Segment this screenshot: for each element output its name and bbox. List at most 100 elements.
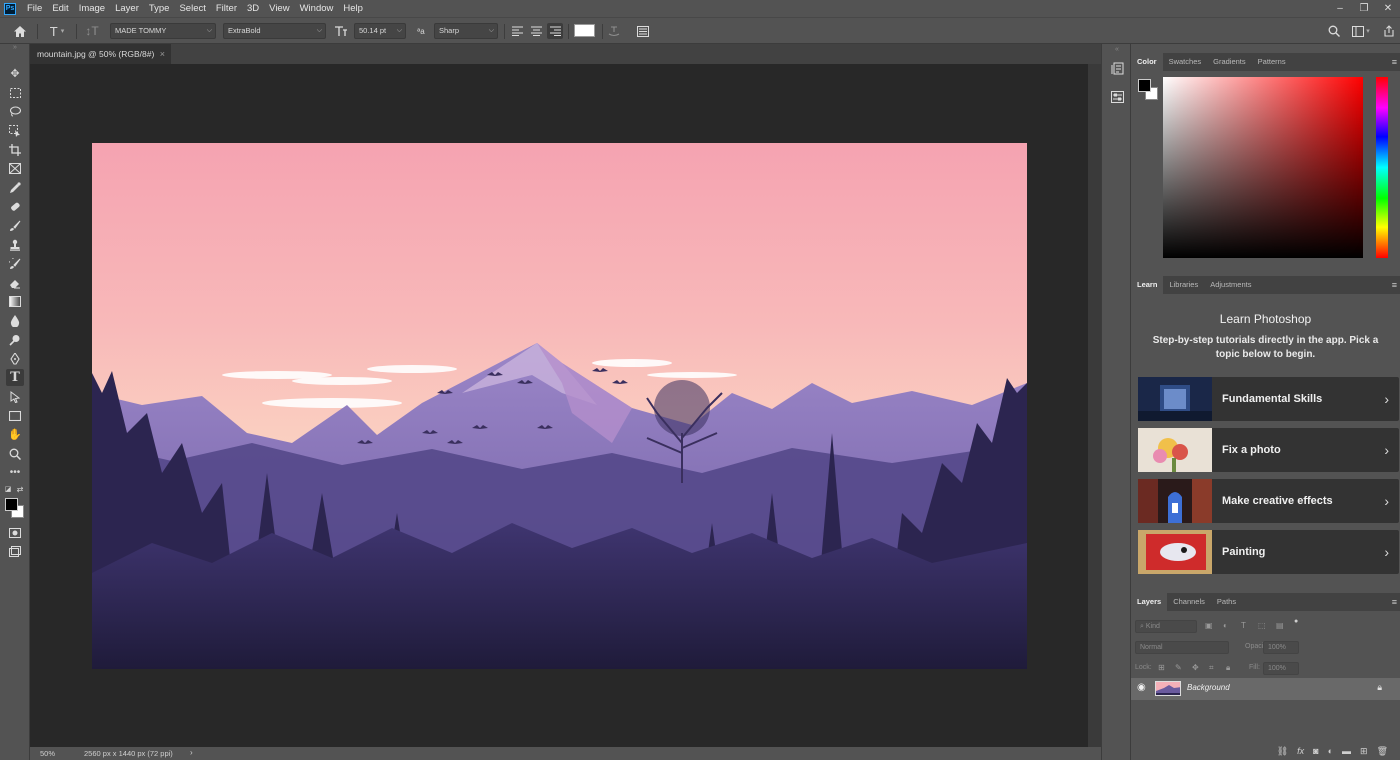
type-tool-preset-icon[interactable]: T ▾: [44, 23, 70, 39]
hue-slider[interactable]: [1376, 77, 1388, 258]
delete-layer-icon[interactable]: 🗑︎: [1377, 746, 1388, 757]
canvas-scrollbar[interactable]: [1088, 64, 1101, 747]
zoom-tool-icon[interactable]: [6, 445, 24, 462]
status-menu-arrow-icon[interactable]: ›: [190, 748, 193, 757]
eraser-tool-icon[interactable]: [6, 274, 24, 291]
new-group-icon[interactable]: ▬: [1342, 746, 1351, 756]
default-colors-icon[interactable]: ◪: [3, 484, 13, 494]
edit-toolbar-icon[interactable]: •••: [6, 464, 24, 481]
tab-libraries[interactable]: Libraries: [1163, 276, 1204, 294]
antialias-select[interactable]: Sharp ⌵: [434, 23, 498, 39]
menu-view[interactable]: View: [264, 0, 294, 17]
home-icon[interactable]: [10, 23, 30, 39]
color-panel-foreground-swatch[interactable]: [1138, 79, 1151, 92]
dodge-tool-icon[interactable]: [6, 331, 24, 348]
warp-text-icon[interactable]: [606, 23, 622, 39]
color-panel-menu-icon[interactable]: ≡: [1392, 53, 1397, 71]
crop-tool-icon[interactable]: [6, 141, 24, 158]
tab-learn[interactable]: Learn: [1131, 276, 1164, 294]
screen-mode-icon[interactable]: [6, 543, 24, 560]
clone-stamp-tool-icon[interactable]: [6, 236, 24, 253]
collapse-toolbar-icon[interactable]: »: [6, 43, 24, 51]
layer-name[interactable]: Background: [1187, 683, 1230, 692]
learn-card-fix-a-photo[interactable]: Fix a photo ›: [1138, 428, 1399, 472]
frame-tool-icon[interactable]: [6, 160, 24, 177]
layer-kind-filter[interactable]: ⌕ Kind: [1135, 620, 1197, 633]
menu-window[interactable]: Window: [295, 0, 339, 17]
menu-edit[interactable]: Edit: [47, 0, 73, 17]
learn-card-make-creative-effects[interactable]: Make creative effects ›: [1138, 479, 1399, 523]
filter-pixel-icon[interactable]: ▣: [1205, 621, 1213, 630]
learn-card-fundamental-skills[interactable]: Fundamental Skills ›: [1138, 377, 1399, 421]
share-icon[interactable]: [1381, 23, 1397, 39]
close-window-button[interactable]: ✕: [1376, 0, 1400, 17]
search-icon[interactable]: [1326, 23, 1342, 39]
pen-tool-icon[interactable]: [6, 350, 24, 367]
tab-layers[interactable]: Layers: [1131, 593, 1168, 611]
history-brush-tool-icon[interactable]: [6, 255, 24, 272]
collapse-dock-icon[interactable]: «: [1109, 45, 1125, 53]
quick-mask-icon[interactable]: [6, 524, 24, 541]
new-adjustment-layer-icon[interactable]: ◐: [1328, 746, 1333, 756]
tab-gradients[interactable]: Gradients: [1207, 53, 1252, 71]
tab-swatches[interactable]: Swatches: [1163, 53, 1208, 71]
menu-image[interactable]: Image: [74, 0, 110, 17]
path-selection-tool-icon[interactable]: [6, 388, 24, 405]
close-document-icon[interactable]: ×: [160, 44, 165, 64]
font-style-select[interactable]: ExtraBold ⌵: [223, 23, 326, 39]
layer-lock-icon[interactable]: 🔒︎: [1377, 682, 1382, 693]
align-center-icon[interactable]: [529, 23, 543, 39]
lock-artboard-icon[interactable]: ⌗: [1209, 663, 1214, 673]
marquee-tool-icon[interactable]: [6, 84, 24, 101]
link-layers-icon[interactable]: ⛓: [1277, 746, 1288, 757]
toggle-text-orientation-icon[interactable]: ↕T: [84, 23, 100, 39]
canvas-area[interactable]: [30, 64, 1088, 747]
text-color-swatch[interactable]: [574, 24, 595, 37]
new-layer-icon[interactable]: ⊞: [1360, 746, 1368, 757]
font-size-field[interactable]: 50.14 pt ⌵: [354, 23, 406, 39]
opacity-field[interactable]: 100%: [1263, 641, 1299, 654]
filter-type-icon[interactable]: T: [1241, 621, 1246, 630]
restore-button[interactable]: ❐: [1352, 0, 1376, 17]
visibility-eye-icon[interactable]: ◉: [1137, 682, 1146, 693]
learn-card-painting[interactable]: Painting ›: [1138, 530, 1399, 574]
history-panel-icon[interactable]: [1109, 60, 1125, 76]
align-right-icon[interactable]: [547, 23, 563, 39]
lock-all-icon[interactable]: 🔒︎: [1226, 663, 1230, 673]
blur-tool-icon[interactable]: [6, 312, 24, 329]
move-tool-icon[interactable]: ✥: [6, 65, 24, 82]
menu-select[interactable]: Select: [174, 0, 210, 17]
document-tab[interactable]: mountain.jpg @ 50% (RGB/8#) ×: [30, 44, 171, 64]
eyedropper-tool-icon[interactable]: [6, 179, 24, 196]
blend-mode-select[interactable]: Normal: [1135, 641, 1229, 654]
swap-colors-icon[interactable]: ⇄: [15, 484, 25, 494]
rectangle-tool-icon[interactable]: [6, 407, 24, 424]
filter-adjustment-icon[interactable]: ◐: [1223, 621, 1228, 630]
filter-shape-icon[interactable]: ⬚: [1258, 621, 1266, 630]
menu-3d[interactable]: 3D: [242, 0, 264, 17]
tab-color[interactable]: Color: [1131, 53, 1163, 71]
tab-patterns[interactable]: Patterns: [1252, 53, 1292, 71]
align-left-icon[interactable]: [510, 23, 524, 39]
type-tool-icon[interactable]: T: [6, 369, 24, 386]
filter-toggle-icon[interactable]: ●: [1294, 618, 1298, 625]
layers-panel-menu-icon[interactable]: ≡: [1392, 593, 1397, 611]
zoom-level[interactable]: 50%: [40, 749, 55, 758]
minimize-button[interactable]: –: [1328, 0, 1352, 17]
workspace-icon[interactable]: ▾: [1348, 23, 1374, 39]
lock-transparent-icon[interactable]: ⊞: [1158, 663, 1165, 672]
tab-adjustments[interactable]: Adjustments: [1204, 276, 1257, 294]
menu-file[interactable]: File: [22, 0, 47, 17]
properties-panel-icon[interactable]: [1109, 89, 1125, 105]
add-mask-icon[interactable]: ◙: [1313, 746, 1318, 756]
color-picker-field[interactable]: [1163, 77, 1363, 258]
lasso-tool-icon[interactable]: [6, 103, 24, 120]
gradient-tool-icon[interactable]: [6, 293, 24, 310]
fill-field[interactable]: 100%: [1263, 662, 1299, 675]
foreground-color-swatch[interactable]: [5, 498, 18, 511]
tab-paths[interactable]: Paths: [1211, 593, 1242, 611]
layer-row[interactable]: ◉ Background 🔒︎: [1131, 678, 1400, 700]
font-family-select[interactable]: MADE TOMMY ⌵: [110, 23, 216, 39]
menu-layer[interactable]: Layer: [110, 0, 144, 17]
lock-position-icon[interactable]: ✥: [1192, 663, 1199, 672]
